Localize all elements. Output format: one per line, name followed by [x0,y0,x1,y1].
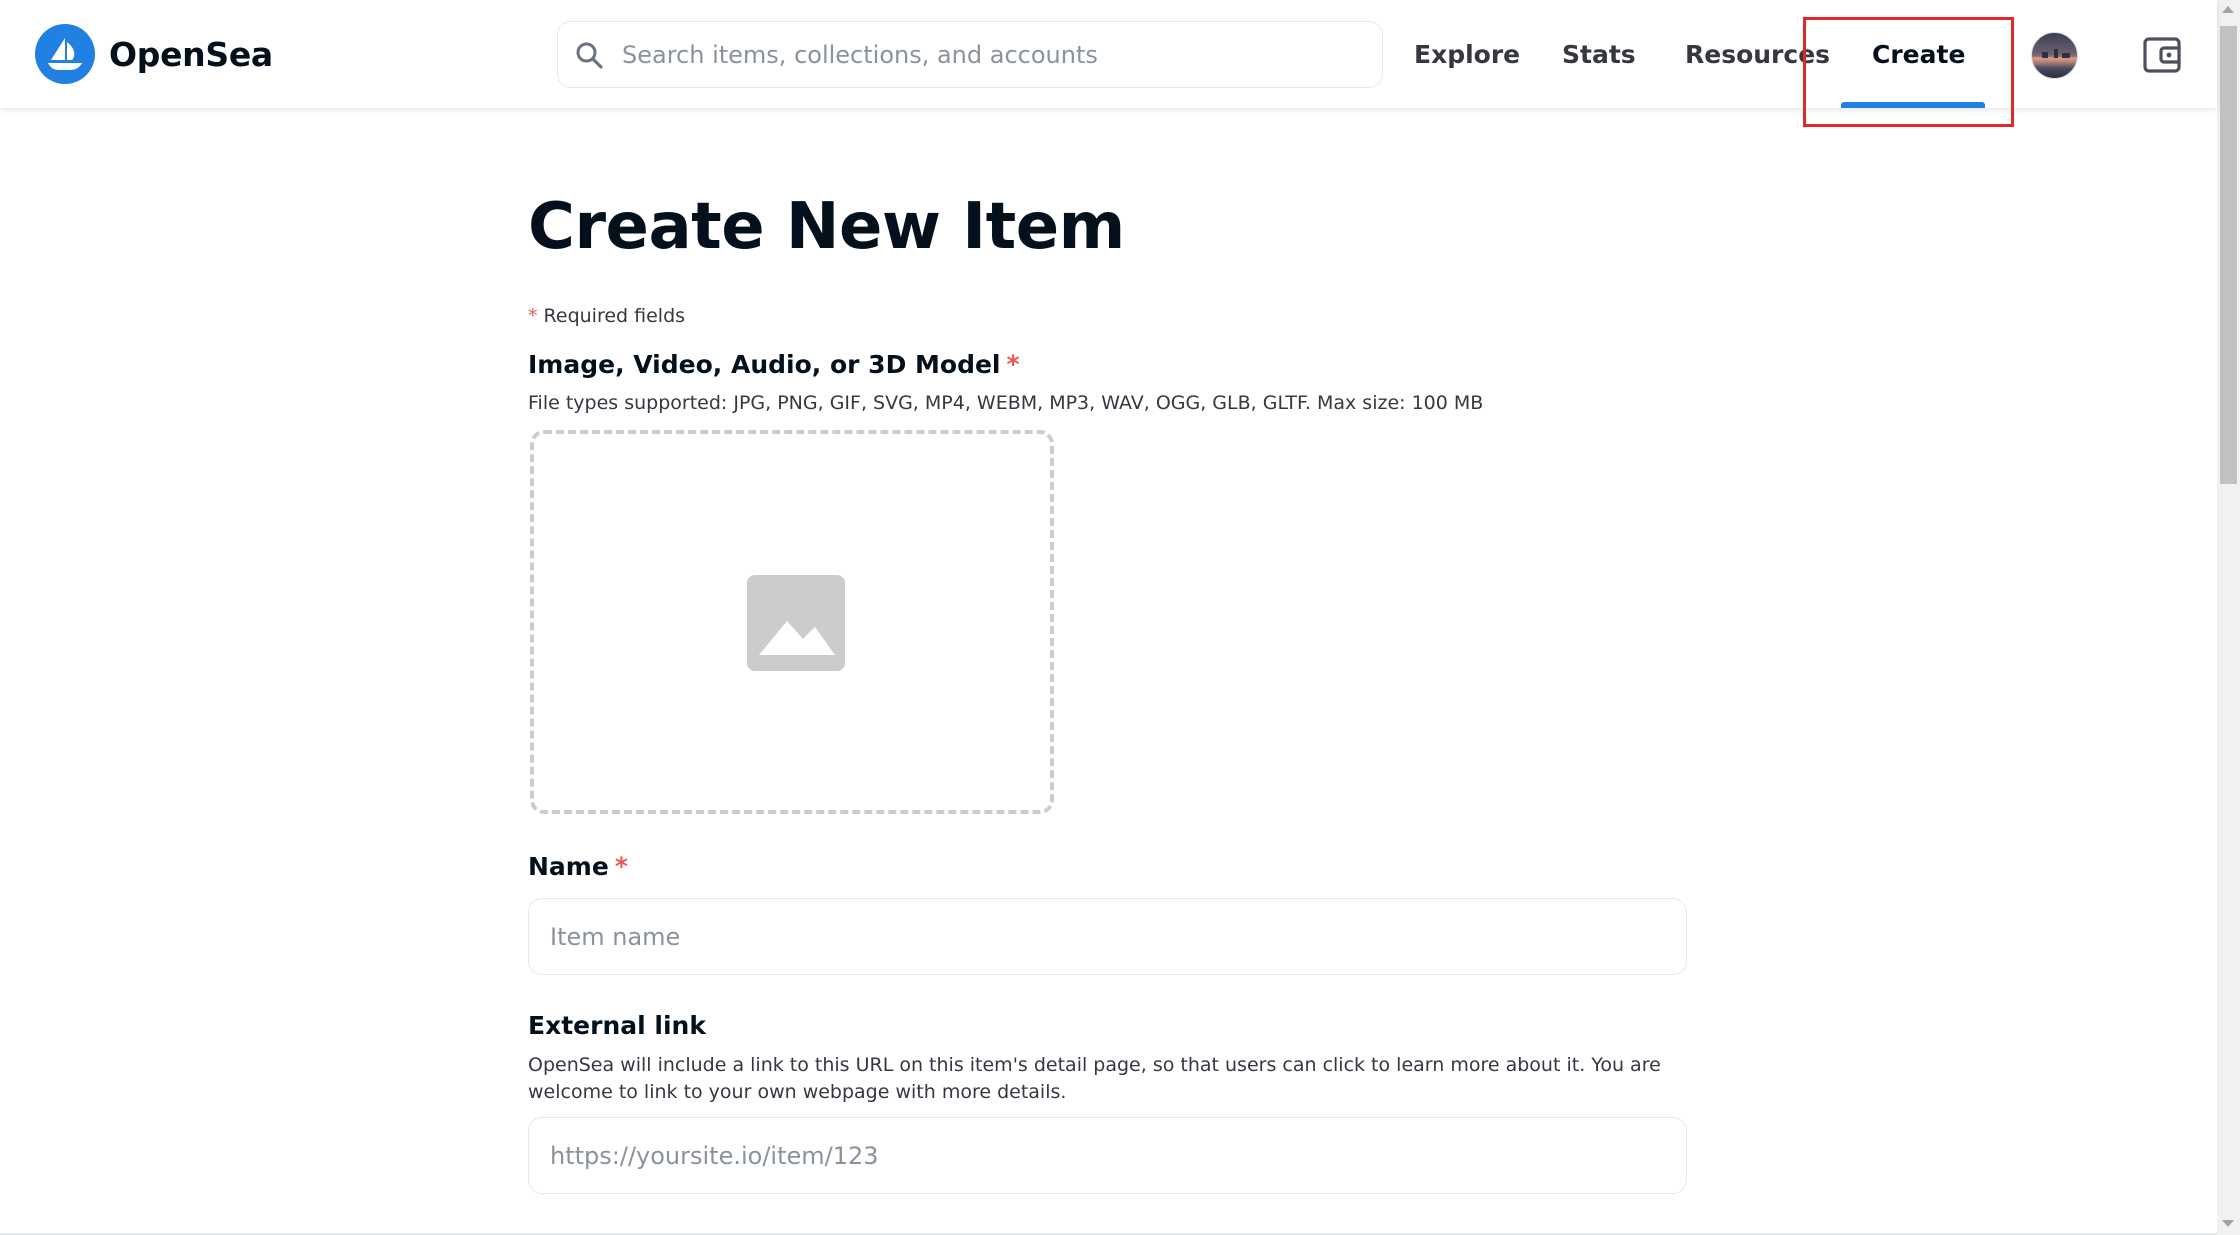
nav-stats[interactable]: Stats [1562,0,1636,108]
name-field[interactable] [528,898,1687,975]
required-fields-note: * Required fields [528,305,685,327]
external-link-input[interactable] [548,1118,1672,1194]
image-placeholder-icon [747,575,845,671]
avatar-image-icon [2032,49,2077,60]
required-star: * [614,852,628,881]
opensea-logo-link[interactable]: OpenSea [35,24,273,84]
media-upload-dropzone[interactable] [530,430,1054,814]
media-label-text: Image, Video, Audio, or 3D Model [528,350,1001,379]
required-star: * [1006,350,1020,379]
nav-explore[interactable]: Explore [1414,0,1520,108]
scrollbar-thumb[interactable] [2220,26,2237,484]
required-star: * [528,305,538,327]
create-highlight-annotation [1803,17,2014,127]
brand-name: OpenSea [109,34,273,74]
external-link-field[interactable] [528,1117,1687,1194]
external-link-help-text: OpenSea will include a link to this URL … [528,1054,1661,1103]
name-label-text: Name [528,852,609,881]
opensea-logo-icon [35,24,95,84]
page-title: Create New Item [528,190,1125,264]
name-input[interactable] [548,899,1672,975]
media-label: Image, Video, Audio, or 3D Model * [528,350,1020,379]
external-link-label: External link [528,1011,706,1040]
search-input[interactable] [620,33,1364,76]
search-icon [572,38,606,72]
required-fields-text: Required fields [543,305,686,327]
scroll-up-arrow-icon[interactable] [2222,6,2234,13]
name-label: Name * [528,852,628,881]
profile-avatar[interactable] [2031,32,2078,79]
media-help-text: File types supported: JPG, PNG, GIF, SVG… [528,392,1484,414]
wallet-icon[interactable] [2142,35,2182,75]
scroll-down-arrow-icon[interactable] [2222,1220,2234,1227]
search-bar[interactable] [557,21,1383,88]
